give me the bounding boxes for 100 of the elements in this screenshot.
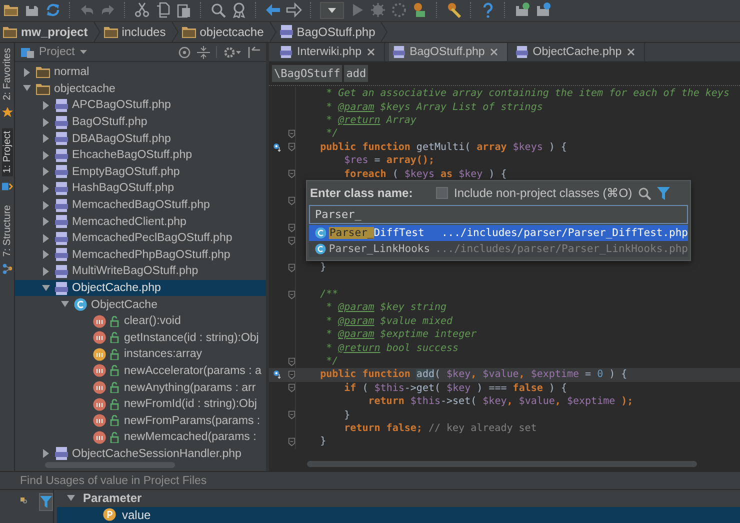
include-option-checkbox[interactable]: Include non-project classes (⌘O)	[436, 186, 632, 200]
tree-item[interactable]: getInstance(id : string):Obj	[15, 330, 266, 346]
fold-marker-icon[interactable]	[288, 410, 295, 420]
fold-marker-icon[interactable]	[288, 236, 295, 246]
floppy-badge-icon[interactable]	[535, 2, 551, 18]
tree-item[interactable]: EhcacheBagOStuff.php	[15, 146, 266, 164]
caret-icon	[328, 8, 336, 13]
breadcrumb-item[interactable]: includes	[104, 22, 182, 42]
override-marker-icon[interactable]	[273, 369, 280, 380]
tree-item[interactable]: normal	[15, 64, 266, 81]
floppy-badge-icon[interactable]	[514, 2, 530, 18]
class-result-item[interactable]: Parser_LinkHooks .../includes/parser/Parser_LinkHooks.php	[309, 241, 688, 257]
wrench-icon[interactable]	[446, 2, 462, 18]
fold-marker-icon[interactable]	[288, 356, 295, 366]
code-line: return $this->set( $key, $value, $exptime );	[367, 396, 634, 408]
tree-item[interactable]: MemcachedPeclBagOStuff.php	[15, 230, 266, 247]
fold-marker-icon[interactable]	[288, 169, 295, 180]
checkbox[interactable]	[436, 187, 448, 199]
tree-item[interactable]: HashBagOStuff.php	[15, 180, 266, 197]
fold-marker-icon[interactable]	[288, 222, 295, 233]
editor-tab[interactable]: Interwiki.php	[276, 43, 385, 61]
class-icon	[315, 227, 326, 239]
close-icon[interactable]	[490, 48, 498, 56]
replace-icon[interactable]	[231, 2, 247, 18]
fold-marker-icon[interactable]	[288, 128, 295, 139]
code-line: return false; // key already set	[343, 422, 537, 434]
tree-item[interactable]: newAnything(params : arr	[15, 379, 266, 396]
gear-bug-icon[interactable]	[370, 2, 386, 18]
expand-arrow-icon[interactable]	[40, 284, 52, 293]
tree-item[interactable]: newFromId(id : string):Obj	[15, 396, 266, 412]
file-path: .../includes/parser/Parser_DiffTest.php	[441, 227, 688, 239]
project-view-dropdown[interactable]: Project	[21, 46, 106, 58]
hide-panel-icon[interactable]	[247, 46, 260, 58]
cut-icon[interactable]	[134, 2, 150, 18]
settings-icon[interactable]	[223, 46, 241, 58]
expand-arrow-icon[interactable]	[59, 300, 71, 310]
paste-icon[interactable]	[176, 2, 192, 18]
tree-item[interactable]: ObjectCache	[15, 296, 266, 313]
side-tab[interactable]: 2: Favorites	[2, 45, 12, 104]
open-folder-icon[interactable]	[3, 2, 19, 18]
editor-tab[interactable]: ObjectCache.php	[512, 43, 645, 61]
target-icon[interactable]	[178, 46, 191, 58]
tree-item[interactable]: MultiWriteBagOStuff.php	[15, 263, 266, 280]
tree-item[interactable]: DBABagOStuff.php	[15, 130, 266, 147]
fold-marker-icon[interactable]	[288, 262, 295, 273]
method-icon	[93, 364, 106, 378]
tree-item[interactable]: clear():void	[15, 312, 266, 330]
breadcrumb-item[interactable]: BagOStuff.php	[280, 22, 392, 42]
close-icon[interactable]	[626, 48, 635, 56]
method-icon	[93, 414, 106, 428]
override-marker-icon[interactable]	[273, 142, 280, 153]
search-icon[interactable]	[210, 2, 226, 18]
code-line: * @param $value mixed	[325, 316, 453, 327]
tree-item[interactable]: ObjectCache.php	[15, 280, 266, 296]
fold-marker-icon[interactable]	[288, 370, 295, 380]
tree-item[interactable]: MemcachedClient.php	[15, 213, 266, 230]
search-icon[interactable]	[638, 186, 652, 200]
tree-item[interactable]: newMemcached(params :	[15, 429, 266, 446]
expand-arrow-icon[interactable]	[65, 494, 77, 503]
side-tab[interactable]: 1: Project	[2, 128, 12, 176]
fold-marker-icon[interactable]	[288, 436, 295, 447]
fold-marker-icon[interactable]	[288, 383, 295, 394]
collapse-all-icon[interactable]	[197, 46, 210, 58]
folder-icon	[104, 26, 118, 38]
tree-item[interactable]: newFromParams(params :	[15, 412, 266, 430]
class-result-item[interactable]: Parser_DiffTest .../includes/parser/Parser_DiffTest.php	[309, 225, 688, 241]
lock-icon	[110, 415, 119, 426]
tree-item[interactable]: MemcachedBagOStuff.php	[15, 196, 266, 214]
tree-item[interactable]: MemcachedPhpBagOStuff.php	[15, 246, 266, 264]
expand-arrow-icon[interactable]	[21, 84, 33, 94]
tree-item[interactable]: newAccelerator(params : a	[15, 362, 266, 380]
tree-item[interactable]: ObjectCacheSessionHandler.php	[15, 446, 266, 461]
usage-item[interactable]: Parameter	[57, 490, 740, 506]
fold-marker-icon[interactable]	[288, 290, 295, 300]
coverage-icon[interactable]	[391, 2, 407, 18]
back-arrow-icon[interactable]	[265, 2, 281, 18]
editor-tab[interactable]: BagOStuff.php	[388, 43, 508, 61]
filter-icon[interactable]	[657, 186, 670, 200]
copy-icon[interactable]	[155, 2, 171, 18]
forward-arrow-icon[interactable]	[286, 2, 302, 18]
tree-item[interactable]: objectcache	[15, 80, 266, 98]
tree-item[interactable]: APCBagOStuff.php	[15, 97, 266, 114]
tree-item[interactable]: BagOStuff.php	[15, 114, 266, 130]
breadcrumb-item[interactable]: objectcache	[182, 22, 280, 42]
usage-item[interactable]: value	[57, 506, 740, 523]
run-config-dropdown[interactable]	[320, 2, 344, 19]
profile-icon[interactable]	[412, 2, 428, 18]
search-field[interactable]: Parser_	[309, 205, 688, 224]
breadcrumb-item[interactable]: \BagOStuff	[272, 65, 342, 82]
scrollbar-thumb[interactable]	[307, 461, 697, 467]
sync-icon[interactable]	[45, 2, 61, 18]
breadcrumb-item[interactable]: add	[344, 65, 368, 82]
tree-item[interactable]: EmptyBagOStuff.php	[15, 164, 266, 180]
tree-item[interactable]: instances:array	[15, 346, 266, 363]
filter-button[interactable]	[39, 493, 53, 511]
close-icon[interactable]	[366, 48, 375, 56]
fold-marker-icon[interactable]	[288, 196, 295, 206]
breadcrumb-item[interactable]: mw_project	[3, 22, 104, 42]
fold-marker-icon[interactable]	[288, 142, 295, 152]
side-tab[interactable]: 7: Structure	[2, 202, 12, 260]
